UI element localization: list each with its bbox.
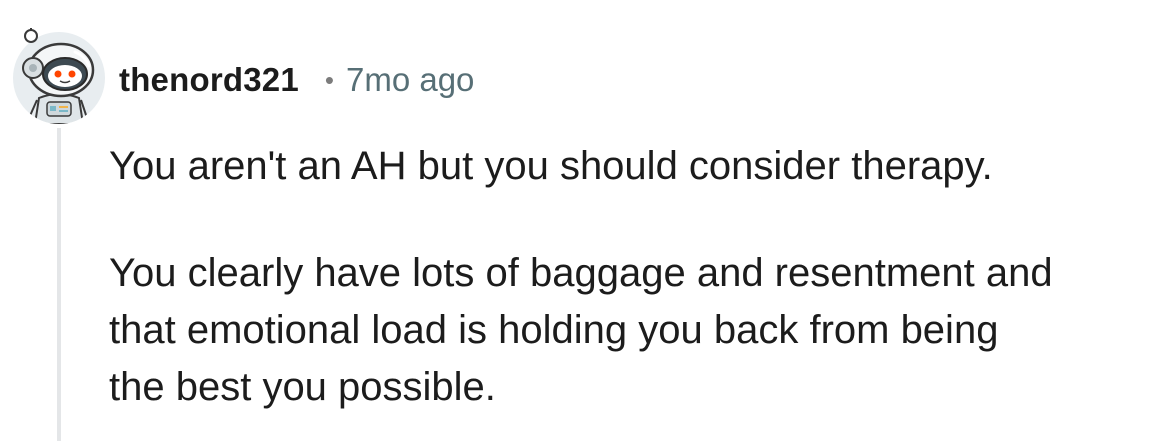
snoo-astronaut-avatar-icon xyxy=(13,28,105,124)
comment-timestamp[interactable]: 7mo ago xyxy=(346,61,474,99)
comment-text-line: You aren't an AH but you should consider… xyxy=(109,144,993,188)
comment-paragraph: You aren't an AH but you should consider… xyxy=(109,138,1159,195)
thread-line[interactable] xyxy=(57,128,61,441)
user-avatar[interactable] xyxy=(13,28,105,124)
comment-text-line: the best you possible. xyxy=(109,365,496,409)
comment-meta: thenord321 • 7mo ago xyxy=(119,58,474,102)
comment-text-line: that emotional load is holding you back … xyxy=(109,308,999,352)
comment: thenord321 • 7mo ago You aren't an AH bu… xyxy=(0,0,1173,441)
comment-text-line: You clearly have lots of baggage and res… xyxy=(109,251,1053,295)
username-link[interactable]: thenord321 xyxy=(119,61,299,99)
meta-separator: • xyxy=(324,64,334,95)
comment-body: You aren't an AH but you should consider… xyxy=(109,138,1159,416)
comment-paragraph: You clearly have lots of baggage and res… xyxy=(109,245,1159,416)
